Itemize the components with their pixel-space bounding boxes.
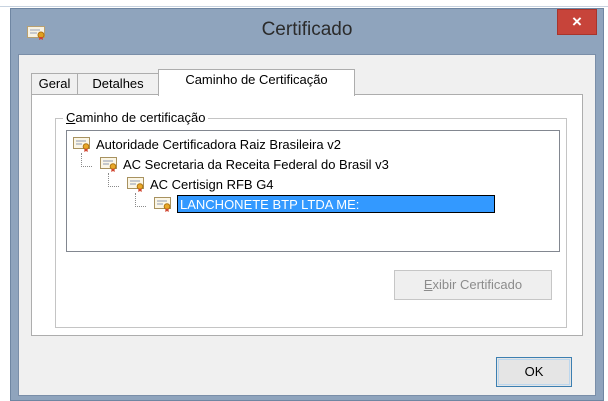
certificate-icon <box>73 136 90 152</box>
background-window-edge <box>0 0 608 7</box>
tree-item-end-entity[interactable]: LANCHONETE BTP LTDA ME: <box>154 194 495 214</box>
tab-detalhes[interactable]: Detalhes <box>77 73 159 95</box>
view-certificate-button[interactable]: Exibir Certificado <box>394 270 552 300</box>
tree-item-issuing-ca[interactable]: AC Certisign RFB G4 <box>127 174 274 194</box>
certification-path-tree[interactable]: Autoridade Certificadora Raiz Brasileira… <box>66 130 560 252</box>
tree-connector <box>81 153 92 167</box>
certification-path-label: Caminho de certificação <box>63 110 209 125</box>
tree-item-label: AC Certisign RFB G4 <box>150 176 274 192</box>
certification-path-group: Caminho de certificação Autoridade Certi… <box>55 110 567 328</box>
tree-item-intermediate-ca[interactable]: AC Secretaria da Receita Federal do Bras… <box>100 154 389 174</box>
tree-item-label: Autoridade Certificadora Raiz Brasileira… <box>96 136 341 152</box>
certificate-icon <box>100 156 117 172</box>
dialog-title: Certificado <box>261 19 353 40</box>
tab-caminho-de-certificacao[interactable]: Caminho de Certificação <box>158 69 355 96</box>
tree-connector <box>135 193 146 207</box>
tab-panel-caminho: Caminho de certificação Autoridade Certi… <box>31 94 583 336</box>
certificate-icon <box>127 176 144 192</box>
close-icon: × <box>572 12 582 31</box>
ok-button[interactable]: OK <box>496 357 572 387</box>
selected-tree-item-label: LANCHONETE BTP LTDA ME: <box>177 195 495 213</box>
certificate-dialog: Certificado × Geral Detalhes Caminho de … <box>10 8 604 401</box>
title-bar[interactable]: Certificado × <box>11 9 603 51</box>
tab-geral[interactable]: Geral <box>31 73 78 95</box>
tree-connector <box>108 173 119 187</box>
certificate-icon <box>154 196 171 212</box>
tree-item-label: AC Secretaria da Receita Federal do Bras… <box>123 156 389 172</box>
close-button[interactable]: × <box>557 9 597 35</box>
tree-item-root-ca[interactable]: Autoridade Certificadora Raiz Brasileira… <box>73 134 341 154</box>
dialog-client-area: Geral Detalhes Caminho de Certificação C… <box>18 54 596 396</box>
